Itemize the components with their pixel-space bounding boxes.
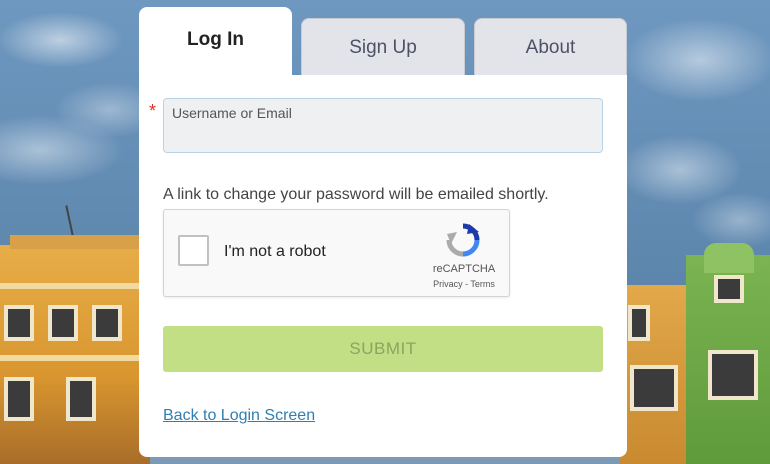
recaptcha-brand: reCAPTCHA	[432, 263, 496, 275]
back-to-login-link[interactable]: Back to Login Screen	[163, 407, 315, 425]
window	[628, 305, 650, 341]
window	[48, 305, 78, 341]
window	[66, 377, 96, 421]
username-input[interactable]	[172, 125, 592, 147]
recaptcha-checkbox[interactable]	[178, 235, 209, 266]
recaptcha-widget: I'm not a robot reCAPTCHA Privacy - Term…	[163, 209, 510, 297]
helper-text: A link to change your password will be e…	[163, 186, 549, 203]
building-left	[0, 235, 150, 464]
building-right-yellow	[620, 285, 690, 464]
window	[714, 275, 744, 303]
recaptcha-logo-icon	[446, 223, 480, 257]
building-right-green	[686, 243, 770, 464]
window	[92, 305, 122, 341]
window	[4, 377, 34, 421]
recaptcha-privacy-terms[interactable]: Privacy - Terms	[426, 279, 502, 289]
tab-sign-up[interactable]: Sign Up	[301, 18, 465, 76]
login-card: Sign Up About Log In * Username or Email…	[139, 7, 627, 457]
tab-log-in[interactable]: Log In	[139, 7, 292, 77]
window	[630, 365, 678, 411]
required-marker: *	[149, 101, 157, 121]
window	[708, 350, 758, 400]
username-label: Username or Email	[172, 105, 292, 121]
username-field[interactable]: Username or Email	[163, 98, 603, 153]
login-panel: * Username or Email A link to change you…	[139, 75, 627, 457]
submit-button[interactable]: SUBMIT	[163, 326, 603, 372]
recaptcha-label: I'm not a robot	[224, 243, 326, 260]
window	[4, 305, 34, 341]
tab-about[interactable]: About	[474, 18, 627, 76]
